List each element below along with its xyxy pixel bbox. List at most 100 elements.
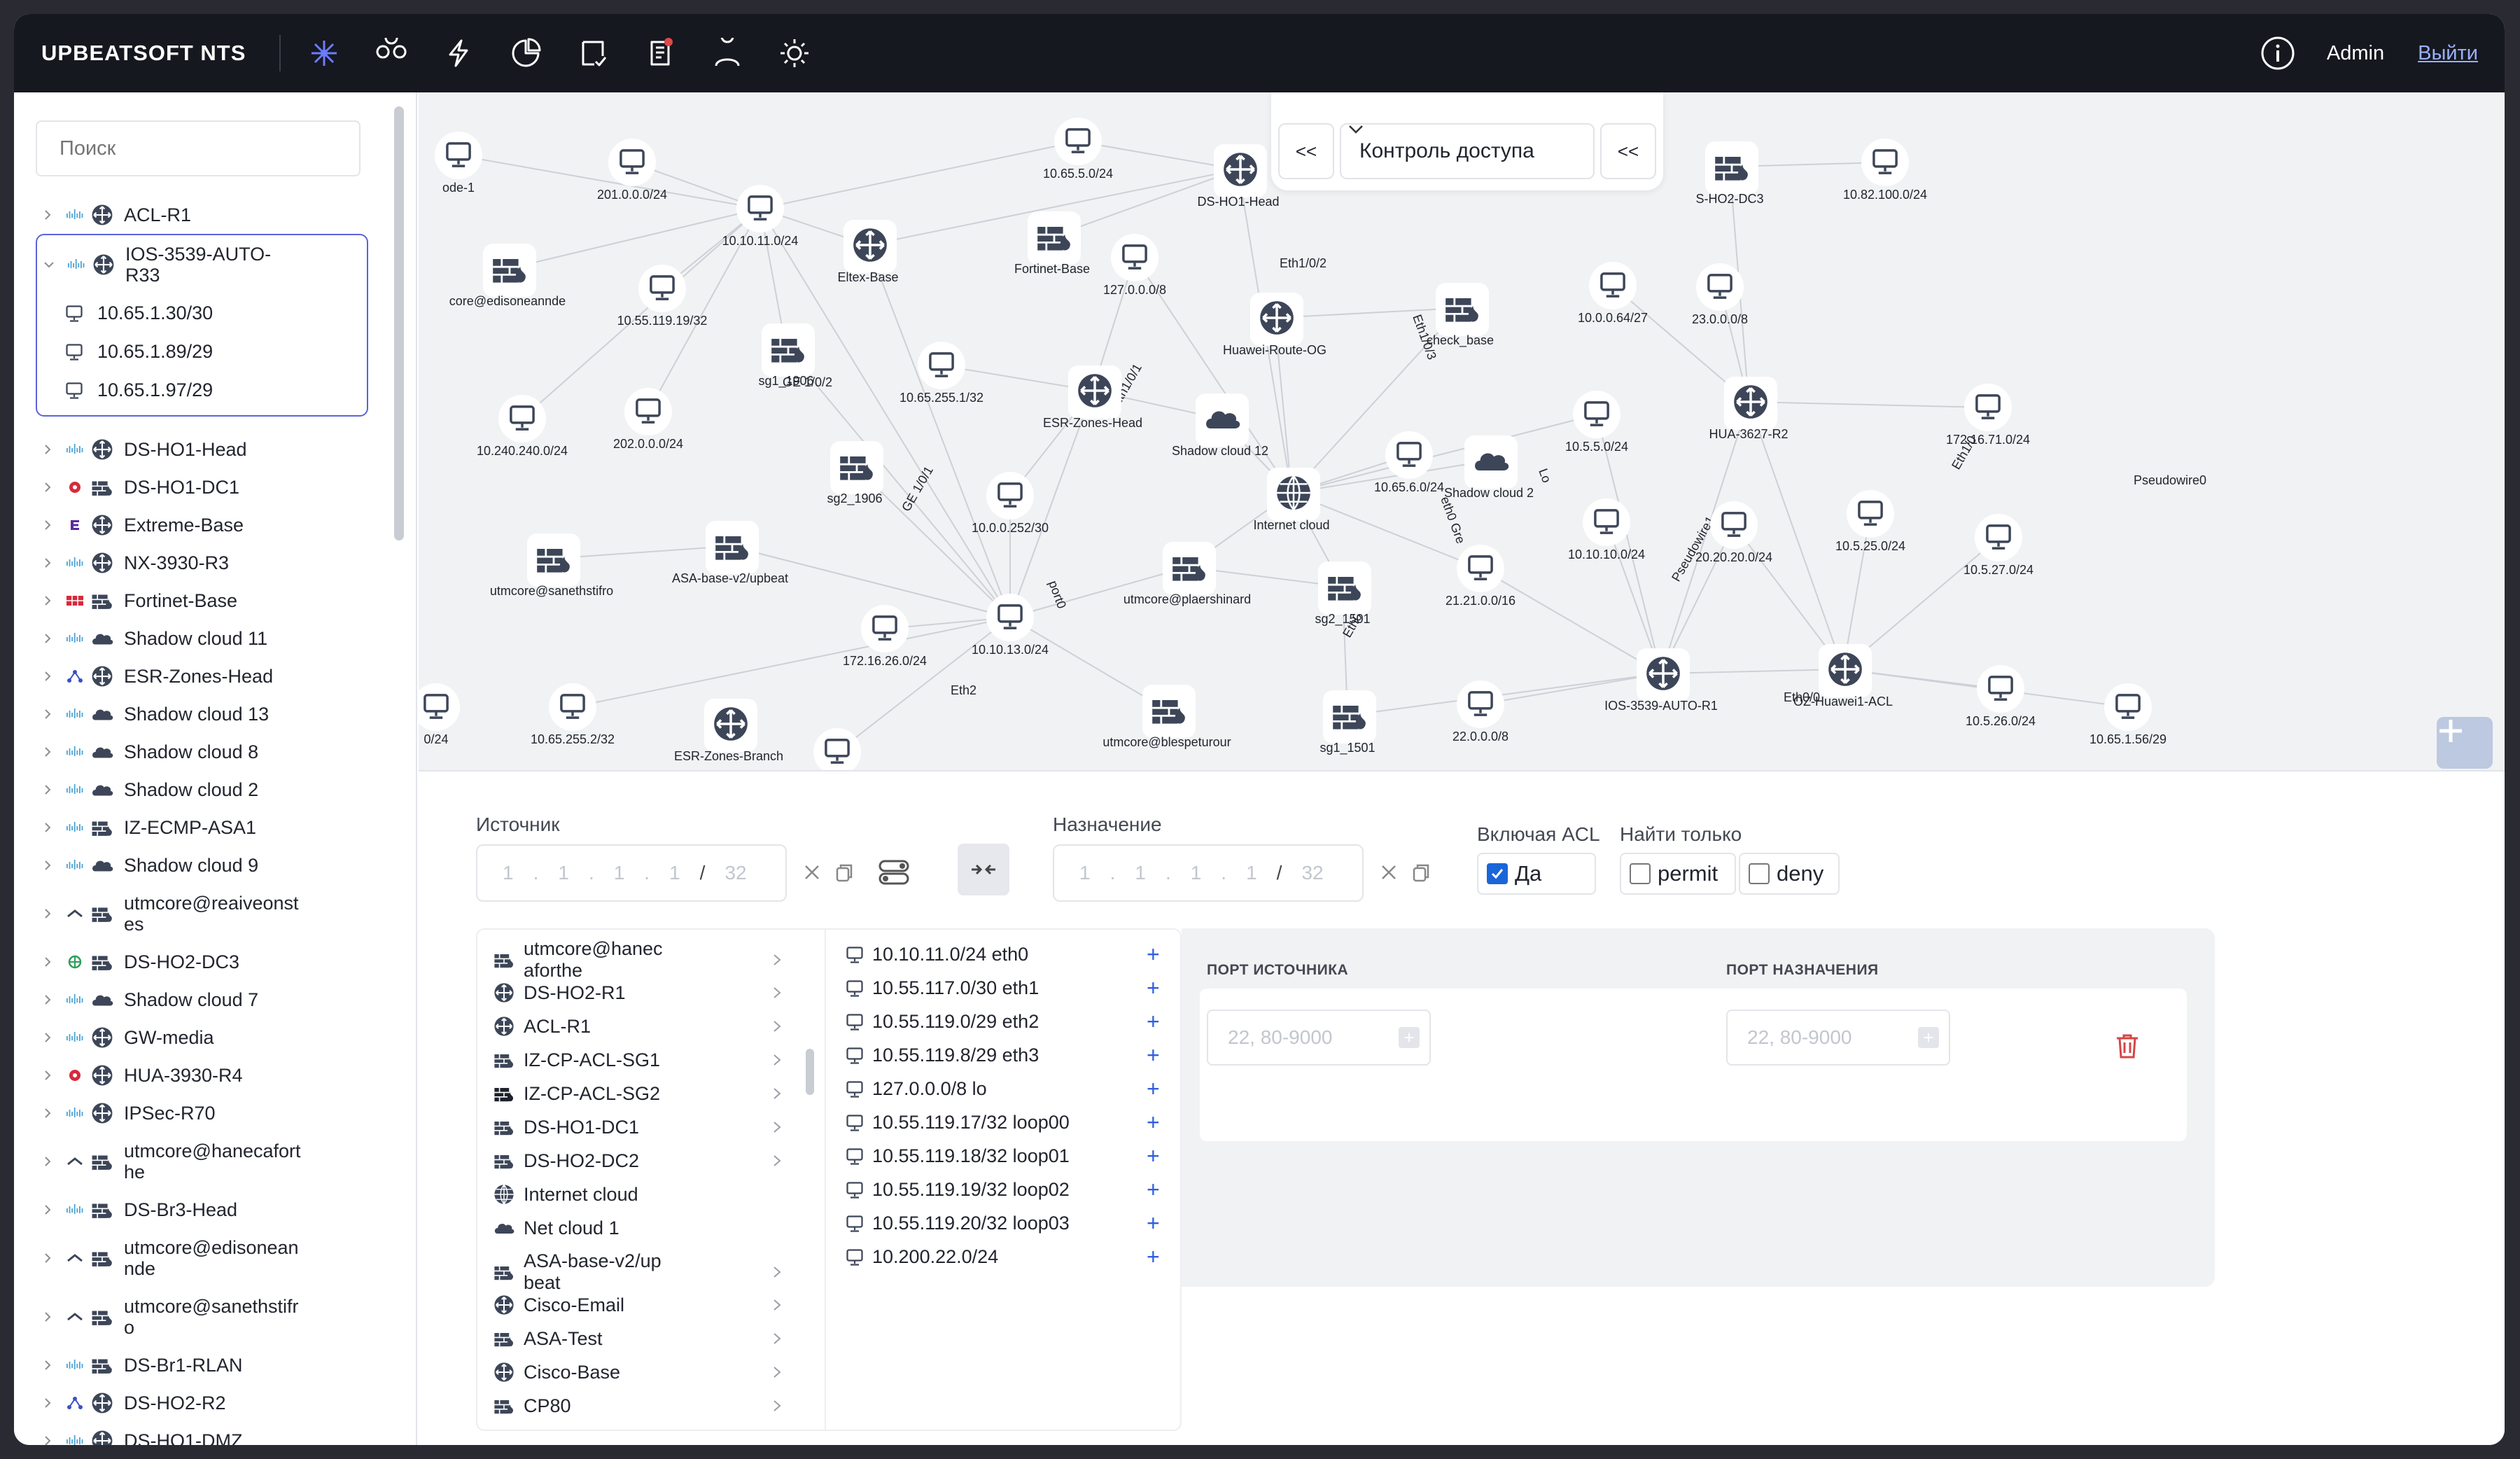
device-list-item[interactable]: DS-HO2-R1 [493, 982, 781, 1004]
device-list-item[interactable]: DS-HO1-DC1 [493, 1116, 781, 1138]
add-interface-icon[interactable]: + [1147, 1042, 1160, 1068]
map-node[interactable]: 10.10.11.0/24 [722, 185, 799, 248]
map-node[interactable]: 10.240.240.0/24 [477, 395, 568, 458]
settings-icon[interactable] [775, 34, 814, 73]
map-node[interactable]: sg1_1501 [1320, 690, 1376, 755]
chevron-right-icon[interactable] [40, 858, 55, 873]
map-node[interactable]: 202.0.1.0/24 [802, 728, 872, 770]
chevron-right-icon[interactable] [770, 1399, 784, 1413]
access-control-select[interactable]: Контроль доступа [1340, 123, 1595, 179]
plus-icon[interactable]: + [1399, 1027, 1420, 1048]
add-interface-icon[interactable]: + [1147, 975, 1160, 1001]
add-interface-icon[interactable]: + [1147, 1177, 1160, 1203]
add-interface-icon[interactable]: + [1147, 1210, 1160, 1236]
map-node[interactable]: 201.0.0.0/24 [597, 139, 667, 202]
map-node[interactable]: 10.65.1.56/29 [2090, 683, 2166, 746]
chevron-right-icon[interactable] [770, 1298, 784, 1312]
trash-icon[interactable] [2114, 1032, 2141, 1060]
device-list-item[interactable]: CP80 [493, 1395, 781, 1417]
add-interface-icon[interactable]: + [1147, 1076, 1160, 1102]
interface-list-item[interactable]: 10.55.119.19/32 loop02 + [844, 1177, 1160, 1203]
tree-item-expanded[interactable]: IOS-3539-AUTO-R33 10.65.1.30/30 10.65.1.89… [36, 234, 368, 417]
subnet-item[interactable]: 10.65.1.89/29 [37, 333, 367, 371]
map-node[interactable]: 10.0.0.64/27 [1578, 262, 1648, 325]
topology-map[interactable]: Eth1/0/1 Eth1/0/2 Eth1/0/3 GE 1/0/1 GE 1/0/2… [419, 92, 2505, 770]
interface-list-item[interactable]: 10.55.119.20/32 loop03 + [844, 1210, 1160, 1236]
map-node[interactable]: 127.0.0.0/8 [1103, 234, 1166, 297]
report-icon[interactable] [640, 34, 680, 73]
tree-item[interactable]: HUA-3930-R4 [36, 1056, 368, 1094]
chevron-right-icon[interactable] [770, 1265, 784, 1279]
tree-item[interactable]: utmcore@hanecaforthe [36, 1132, 368, 1191]
chevron-right-icon[interactable] [40, 1250, 55, 1266]
map-node[interactable]: 21.21.0.0/16 [1446, 545, 1516, 608]
map-node[interactable]: HUA-3627-R2 [1709, 377, 1788, 441]
map-node[interactable]: 10.82.100.0/24 [1843, 139, 1927, 202]
chevron-right-icon[interactable] [40, 1154, 55, 1169]
toggle-source-icon[interactable] [877, 856, 911, 889]
chevron-right-icon[interactable] [40, 631, 55, 646]
chevron-right-icon[interactable] [40, 207, 55, 223]
destination-port-input[interactable]: 22, 80-9000 + [1726, 1010, 1950, 1066]
source-port-input[interactable]: 22, 80-9000 + [1207, 1010, 1431, 1066]
sidebar-scrollbar[interactable] [394, 106, 404, 540]
chevron-down-icon[interactable] [41, 257, 57, 272]
interface-list-item[interactable]: 10.200.22.0/24 + [844, 1244, 1160, 1269]
map-node[interactable]: 22.0.0.0/8 [1452, 680, 1508, 744]
add-button[interactable] [2437, 717, 2493, 769]
chevron-right-icon[interactable] [40, 992, 55, 1007]
map-node[interactable]: 10.5.5.0/24 [1565, 391, 1628, 454]
chevron-right-icon[interactable] [770, 1365, 784, 1379]
interface-list-item[interactable]: 10.55.117.0/30 eth1 + [844, 975, 1160, 1001]
chevron-right-icon[interactable] [40, 669, 55, 684]
tree-item[interactable]: DS-Br3-Head [36, 1191, 368, 1229]
device-list-item[interactable]: Internet cloud [493, 1183, 780, 1206]
chevron-right-icon[interactable] [770, 986, 784, 1000]
chevron-right-icon[interactable] [40, 706, 55, 722]
map-node[interactable]: DS-HO1-Head [1197, 144, 1280, 209]
map-node[interactable]: 10.10.13.0/24 [972, 594, 1049, 657]
lightning-icon[interactable] [439, 34, 478, 73]
map-node[interactable]: Internet cloud [1253, 468, 1330, 532]
tree-item[interactable]: Shadow cloud 8 [36, 733, 368, 771]
device-list-item[interactable]: IZ-CP-ACL-SG2 [493, 1082, 781, 1105]
deny-checkbox[interactable]: deny [1739, 853, 1840, 895]
tree-item[interactable]: NX-3930-R3 [36, 544, 368, 582]
chevron-right-icon[interactable] [40, 1357, 55, 1373]
chevron-right-icon[interactable] [40, 744, 55, 760]
tasks-icon[interactable] [573, 34, 612, 73]
tree-item[interactable]: Shadow cloud 7 [36, 981, 368, 1019]
map-node[interactable]: Shadow cloud 2 [1444, 435, 1534, 500]
map-node[interactable]: sg2_1501 [1315, 561, 1371, 627]
tree-item[interactable]: utmcore@edisoneannde [36, 1229, 368, 1287]
tree-item[interactable]: DS-Br1-RLAN [36, 1346, 368, 1384]
add-interface-icon[interactable]: + [1147, 1110, 1160, 1136]
info-icon[interactable] [2260, 35, 2296, 71]
tree-item[interactable]: Fortinet-Base [36, 582, 368, 620]
tree-item[interactable]: ACL-R1 [36, 196, 368, 234]
tree-item[interactable]: Shadow cloud 13 [36, 695, 368, 733]
interface-list-item[interactable]: 10.55.119.18/32 loop01 + [844, 1143, 1160, 1169]
tree-item[interactable]: ESR-Zones-Head [36, 657, 368, 695]
tree-item[interactable]: Shadow cloud 2 [36, 771, 368, 809]
device-list-item[interactable]: IZ-CP-ACL-SG1 [493, 1049, 781, 1071]
tree-item[interactable]: utmcore@sanethstifro [36, 1287, 368, 1346]
tree-item[interactable]: DS-HO1-DC1 [36, 468, 368, 506]
map-node[interactable]: Huawei-Route-OG [1223, 293, 1326, 357]
chevron-right-icon[interactable] [40, 954, 55, 970]
map-node[interactable]: 10.5.26.0/24 [1966, 665, 2036, 728]
chevron-right-icon[interactable] [40, 517, 55, 533]
search-input[interactable] [36, 120, 360, 176]
map-node[interactable]: Fortinet-Base [1014, 211, 1090, 276]
collapse-right-button[interactable]: << [1600, 123, 1656, 179]
map-node[interactable]: 23.0.0.0/8 [1692, 263, 1748, 326]
interface-list-item[interactable]: 10.55.119.0/29 eth2 + [844, 1009, 1160, 1034]
map-node[interactable]: utmcore@blespeturour [1102, 685, 1231, 749]
map-node[interactable]: OZ-Huawei1-ACL [1793, 644, 1893, 708]
interface-list-item[interactable]: 10.55.119.17/32 loop00 + [844, 1110, 1160, 1136]
device-list-item[interactable]: Net cloud 1 [493, 1217, 780, 1239]
add-interface-icon[interactable]: + [1147, 1143, 1160, 1169]
device-list-item[interactable]: utmcore@hanecaforthe [493, 938, 781, 982]
map-node[interactable]: 172.16.71.0/24 [1946, 384, 2030, 447]
chevron-right-icon[interactable] [40, 442, 55, 457]
